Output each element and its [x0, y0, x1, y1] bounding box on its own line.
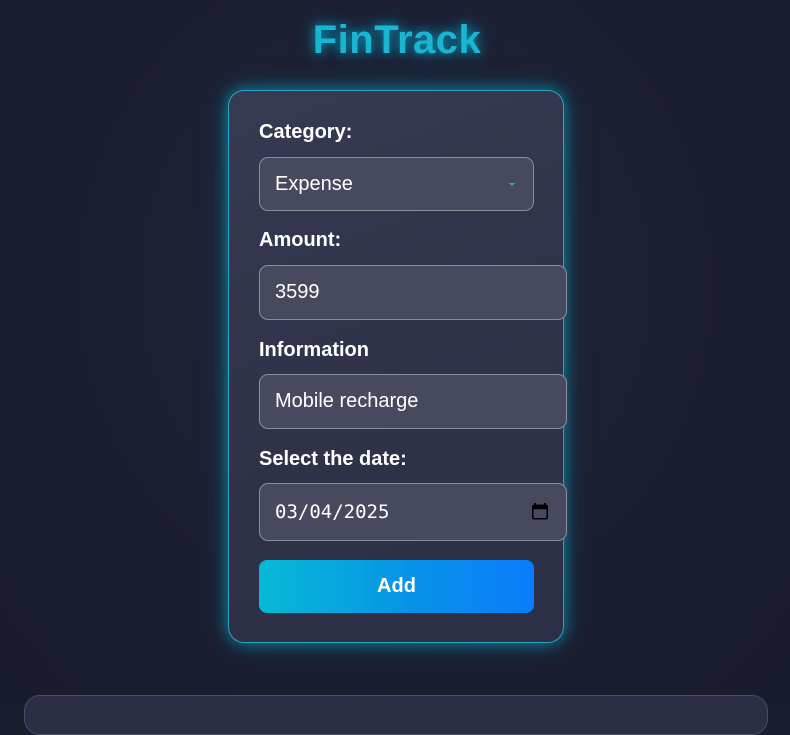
category-select[interactable]: Expense: [259, 157, 534, 211]
amount-label: Amount:: [259, 229, 342, 251]
amount-input[interactable]: 3599: [259, 265, 567, 320]
amount-input-value: 3599: [275, 281, 320, 303]
category-label: Category:: [259, 121, 353, 143]
transaction-form: Category: Expense Amount: 3599 Informati…: [228, 90, 567, 643]
calendar-icon[interactable]: [532, 503, 548, 520]
category-select-value: Expense: [275, 172, 353, 195]
add-button[interactable]: Add: [259, 560, 534, 613]
app-title: FinTrack: [312, 18, 482, 62]
transactions-panel: [24, 695, 768, 735]
date-label: Select the date:: [259, 448, 407, 470]
information-label: Information: [259, 339, 369, 361]
information-input[interactable]: Mobile recharge: [259, 374, 567, 429]
caret-down-icon: [509, 183, 515, 186]
information-input-value: Mobile recharge: [275, 390, 419, 412]
date-input[interactable]: 03/04/2025: [259, 483, 567, 541]
date-input-value: 03/04/2025: [275, 501, 390, 523]
